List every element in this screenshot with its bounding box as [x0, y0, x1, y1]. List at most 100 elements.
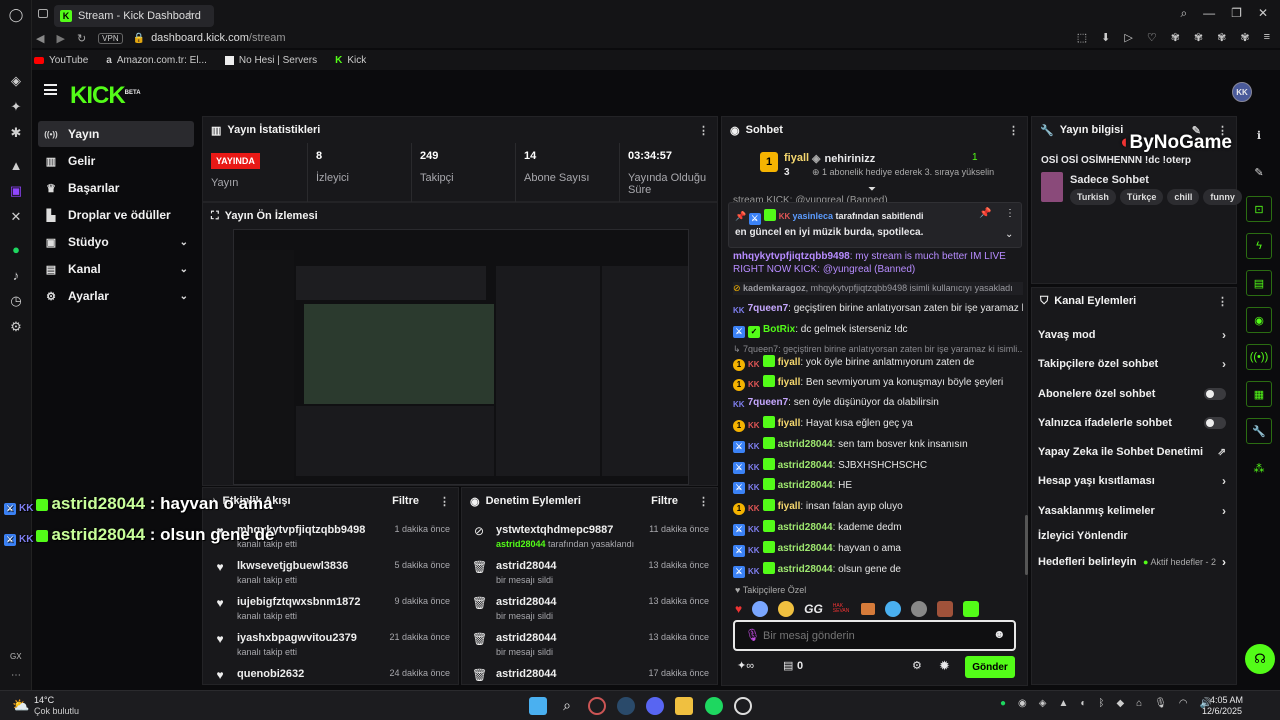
chat-user[interactable]: fiyall	[778, 377, 801, 388]
row-name[interactable]: astrid28044	[496, 596, 557, 608]
spotify-icon[interactable]	[705, 697, 723, 715]
kick-sidebar-icon[interactable]: ▲	[0, 152, 32, 178]
emote-face-1-icon[interactable]	[752, 601, 769, 617]
filter-button[interactable]: Filtre	[651, 495, 678, 507]
chat-input[interactable]	[763, 627, 983, 645]
tag[interactable]: Turkish	[1070, 189, 1116, 205]
action-followers-only[interactable]: Takipçilere özel sohbet ›	[1038, 354, 1226, 374]
reload-icon[interactable]: ↻	[77, 32, 86, 45]
sidebar-item-ayarlar[interactable]: ⚙ Ayarlar ⌄	[38, 283, 194, 309]
chat-user[interactable]: astrid28044	[778, 460, 833, 471]
more-options-icon[interactable]: ⁂	[1246, 455, 1272, 481]
sidebar-ext-icon-1[interactable]: ◈	[0, 68, 32, 94]
spotify-icon[interactable]: ●	[0, 236, 32, 262]
tray-icon-e[interactable]: ◆	[1116, 698, 1124, 709]
back-icon[interactable]: ◀	[36, 32, 44, 45]
chat-user[interactable]: astrid28044	[778, 480, 833, 491]
emote-green-icon[interactable]	[962, 601, 979, 617]
tag[interactable]: funny	[1203, 189, 1242, 205]
more-icon[interactable]: ⋮	[698, 495, 709, 508]
folder-icon[interactable]	[675, 697, 693, 715]
minimize-icon[interactable]: —	[1203, 6, 1215, 21]
emote-text-icon[interactable]: HAK SEVAN	[833, 604, 851, 614]
clock-date[interactable]: 12/6/2025	[1202, 706, 1242, 716]
gear-icon[interactable]: ⚙	[912, 659, 922, 672]
unpin-icon[interactable]: 📌	[979, 208, 991, 219]
ext-icon-d[interactable]: ✾	[1240, 31, 1249, 44]
tray-icon-a[interactable]: ◉	[1018, 698, 1027, 709]
emote-hand-icon[interactable]	[860, 603, 875, 615]
chat-user[interactable]: fiyall	[778, 501, 801, 512]
action-raid[interactable]: İzleyici Yönlendir	[1038, 526, 1226, 546]
chat-input-box[interactable]: 🎙 ☻	[733, 620, 1016, 651]
layout-icon[interactable]: ▦	[1246, 381, 1272, 407]
x-icon[interactable]: ✕	[0, 204, 32, 230]
chat-user[interactable]: astrid28044	[778, 522, 833, 533]
chat-user[interactable]: fiyall	[778, 418, 801, 429]
mic-tray-icon[interactable]: 🎙	[1154, 698, 1167, 709]
more-icon[interactable]: ⋮	[1008, 124, 1019, 137]
chat-user[interactable]: BotRix	[763, 324, 795, 335]
url-field[interactable]: dashboard.kick.com/stream	[151, 32, 286, 44]
chat-scrollbar[interactable]	[1025, 515, 1028, 575]
bookmark-kick[interactable]: K Kick	[335, 55, 366, 66]
emote-face-3-icon[interactable]	[884, 601, 901, 617]
tray-icon-d[interactable]: ◐	[1080, 698, 1086, 709]
action-slow-mode[interactable]: Yavaş mod ›	[1038, 325, 1226, 345]
row-name[interactable]: iyashxbpagwvitou2379	[237, 632, 357, 644]
emoji-icon[interactable]: ☻	[993, 627, 1006, 641]
lightning-icon[interactable]: ϟ	[1246, 233, 1272, 259]
category-name[interactable]: Sadece Sohbet	[1070, 174, 1149, 186]
forward-icon[interactable]: ▶	[56, 32, 64, 45]
sidebar-item-gelir[interactable]: ▥ Gelir	[38, 148, 194, 174]
tag[interactable]: chill	[1167, 189, 1200, 205]
action-ai-moderation[interactable]: Yapay Zeka ile Sohbet Denetimi ⇗	[1038, 442, 1226, 462]
chat-user[interactable]: mhqykytvpfjiqtzqbb9498	[733, 251, 850, 262]
subs-only-toggle[interactable]	[1204, 388, 1226, 400]
bookmark-amazon[interactable]: a Amazon.com.tr: El...	[106, 55, 207, 66]
ext-icon-c[interactable]: ✾	[1217, 31, 1226, 44]
ext-icon-b[interactable]: ✾	[1194, 31, 1203, 44]
tag[interactable]: Türkçe	[1119, 189, 1164, 205]
steam-icon[interactable]	[617, 697, 635, 715]
pinned-by[interactable]: yasinleca	[793, 211, 834, 221]
chat-bubble-icon[interactable]: ◉	[1246, 307, 1272, 333]
support-button[interactable]: ☊	[1245, 644, 1275, 674]
badge-settings-icon[interactable]: ✹	[939, 658, 950, 674]
discord-icon[interactable]	[646, 697, 664, 715]
player-icon[interactable]: ▷	[1124, 31, 1132, 44]
chat-user[interactable]: astrid28044	[778, 564, 833, 575]
action-banned-words[interactable]: Yasaklanmış kelimeler ›	[1038, 501, 1226, 521]
user-avatar[interactable]: KK	[1232, 82, 1252, 102]
chat-user[interactable]: astrid28044	[778, 439, 833, 450]
action-set-goals[interactable]: Hedefleri belirleyin ● Aktif hedefler - 2…	[1038, 552, 1226, 572]
clock-time[interactable]: 4:05 AM	[1210, 695, 1243, 705]
history-icon[interactable]: ◷	[0, 288, 32, 314]
emote-heart-icon[interactable]: ♥	[735, 602, 742, 616]
gift-icon[interactable]: ▤	[783, 659, 793, 672]
snapshot-icon[interactable]: ⬚	[1077, 31, 1087, 44]
sidebar-ext-icon-2[interactable]: ✦	[0, 94, 32, 120]
mic-icon[interactable]: 🎙	[745, 628, 760, 642]
more-icon[interactable]: ⋮	[439, 495, 450, 508]
tray-icon-f[interactable]: ⌂	[1136, 698, 1142, 709]
chat-user[interactable]: 7queen7	[748, 397, 789, 408]
more-icon[interactable]: ⋮	[698, 124, 709, 137]
wifi-icon[interactable]: ◠	[1179, 698, 1188, 709]
info-icon[interactable]: ℹ	[1246, 122, 1272, 148]
spotify-tray-icon[interactable]: ●	[1000, 698, 1006, 709]
emote-face-5-icon[interactable]	[936, 601, 953, 617]
more-icon[interactable]: ⋮	[1217, 295, 1228, 308]
start-icon[interactable]	[529, 697, 547, 715]
action-account-age[interactable]: Hesap yaşı kısıtlaması ›	[1038, 471, 1226, 491]
more-icon[interactable]: ⋯	[11, 670, 21, 681]
row-name[interactable]: iujebigfztqwxsbnm1872	[237, 596, 360, 608]
edit-icon[interactable]: ✎	[1246, 159, 1272, 185]
menu-icon[interactable]: ≡	[1264, 31, 1270, 44]
opera-logo-icon[interactable]: ◯	[0, 0, 32, 30]
opera-gx-icon[interactable]	[588, 697, 606, 715]
wrench-icon[interactable]: 🔧	[1246, 418, 1272, 444]
gifter-name[interactable]: fiyall	[784, 152, 809, 164]
row-name[interactable]: astrid28044	[496, 668, 557, 680]
tab-switch-icon[interactable]	[38, 9, 48, 18]
